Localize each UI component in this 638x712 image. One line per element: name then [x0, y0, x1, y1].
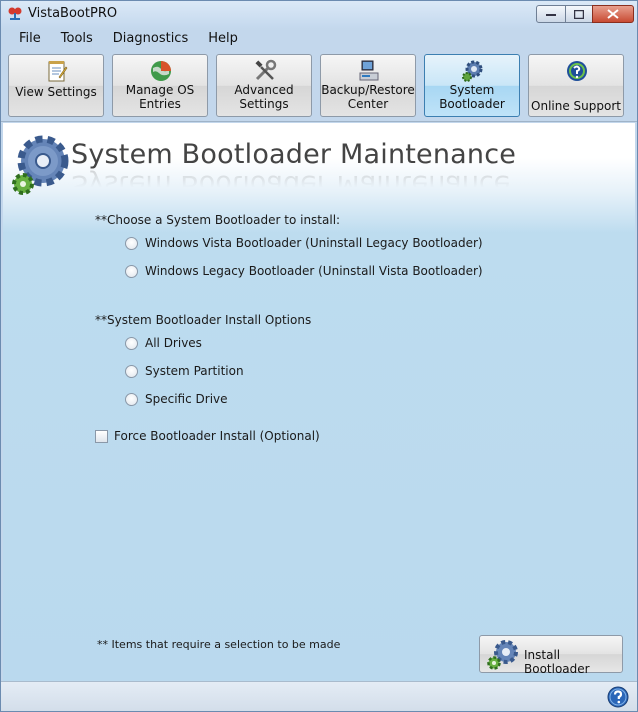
menu-file[interactable]: File	[9, 29, 51, 48]
computer-backup-icon	[359, 60, 379, 81]
backup-restore-label-1: Backup/Restore	[321, 83, 415, 97]
install-bootloader-button[interactable]: Install Bootloader	[479, 635, 623, 676]
manage-os-entries-label-2: Entries	[139, 97, 181, 111]
globe-icon	[151, 61, 171, 81]
close-button[interactable]	[592, 5, 634, 23]
support-globe-icon	[567, 61, 587, 81]
specific-drive-option[interactable]: Specific Drive	[125, 392, 228, 406]
notepad-icon	[48, 61, 68, 82]
install-options-label: **System Bootloader Install Options	[95, 313, 312, 327]
app-tree-icon	[8, 7, 22, 20]
gear-icon	[487, 640, 518, 670]
manage-os-entries-button[interactable]: Manage OS Entries	[112, 54, 208, 117]
advanced-settings-label-1: Advanced	[234, 83, 294, 97]
advanced-settings-button[interactable]: Advanced Settings	[216, 54, 312, 117]
force-install-checkbox[interactable]	[95, 429, 108, 443]
install-bootloader-label: Install Bootloader	[524, 648, 590, 676]
system-partition-radio[interactable]	[125, 364, 138, 378]
vista-bootloader-label: Windows Vista Bootloader (Uninstall Lega…	[145, 236, 483, 250]
help-icon[interactable]	[607, 686, 629, 708]
all-drives-label: All Drives	[145, 336, 202, 350]
minimize-button[interactable]	[536, 5, 566, 23]
close-icon	[607, 9, 619, 19]
app-window: VistaBootPRO File Tools Diagnostics Help	[0, 0, 638, 712]
status-bar	[1, 681, 637, 711]
maximize-icon	[574, 9, 584, 19]
required-note: ** Items that require a selection to be …	[97, 638, 341, 651]
specific-drive-label: Specific Drive	[145, 392, 228, 406]
legacy-bootloader-option[interactable]: Windows Legacy Bootloader (Uninstall Vis…	[125, 264, 483, 278]
manage-os-entries-label-1: Manage OS	[125, 83, 195, 97]
force-install-option[interactable]: Force Bootloader Install (Optional)	[95, 429, 320, 443]
all-drives-option[interactable]: All Drives	[125, 336, 202, 350]
vista-bootloader-radio[interactable]	[125, 236, 138, 250]
force-install-label: Force Bootloader Install (Optional)	[114, 429, 320, 443]
menu-help[interactable]: Help	[198, 29, 248, 48]
system-bootloader-button[interactable]: System Bootloader	[424, 54, 520, 117]
online-support-label: Online Support	[531, 99, 621, 113]
window-title: VistaBootPRO	[28, 6, 118, 21]
minimize-icon	[546, 14, 556, 16]
menu-tools[interactable]: Tools	[51, 29, 103, 48]
maximize-button[interactable]	[565, 5, 593, 23]
system-partition-label: System Partition	[145, 364, 244, 378]
backup-restore-center-button[interactable]: Backup/Restore Center	[320, 54, 416, 117]
view-settings-button[interactable]: View Settings	[8, 54, 104, 117]
menu-diagnostics[interactable]: Diagnostics	[103, 29, 198, 48]
all-drives-radio[interactable]	[125, 336, 138, 350]
system-bootloader-label-2: Bootloader	[439, 97, 505, 111]
toolbar-divider	[1, 121, 637, 122]
page-title-reflection: System Bootloader Maintenance	[71, 169, 511, 200]
online-support-button[interactable]: Online Support	[528, 54, 624, 117]
menu-bar: File Tools Diagnostics Help	[1, 27, 637, 49]
bootloader-panel: System Bootloader Maintenance System Boo…	[3, 123, 635, 681]
legacy-bootloader-label: Windows Legacy Bootloader (Uninstall Vis…	[145, 264, 483, 278]
legacy-bootloader-radio[interactable]	[125, 264, 138, 278]
advanced-settings-label-2: Settings	[239, 97, 289, 111]
view-settings-label: View Settings	[15, 85, 97, 99]
toolbar: View Settings Manage OS Entries Advanced…	[1, 49, 637, 123]
specific-drive-radio[interactable]	[125, 392, 138, 406]
vista-bootloader-option[interactable]: Windows Vista Bootloader (Uninstall Lega…	[125, 236, 483, 250]
title-bar: VistaBootPRO	[1, 1, 637, 27]
page-title: System Bootloader Maintenance	[71, 139, 517, 170]
system-bootloader-label-1: System	[449, 83, 495, 97]
choose-bootloader-label: **Choose a System Bootloader to install:	[95, 213, 341, 227]
backup-restore-label-2: Center	[347, 97, 389, 111]
tools-icon	[255, 59, 277, 81]
gears-icon	[12, 135, 69, 195]
system-partition-option[interactable]: System Partition	[125, 364, 244, 378]
gear-icon	[462, 60, 483, 82]
